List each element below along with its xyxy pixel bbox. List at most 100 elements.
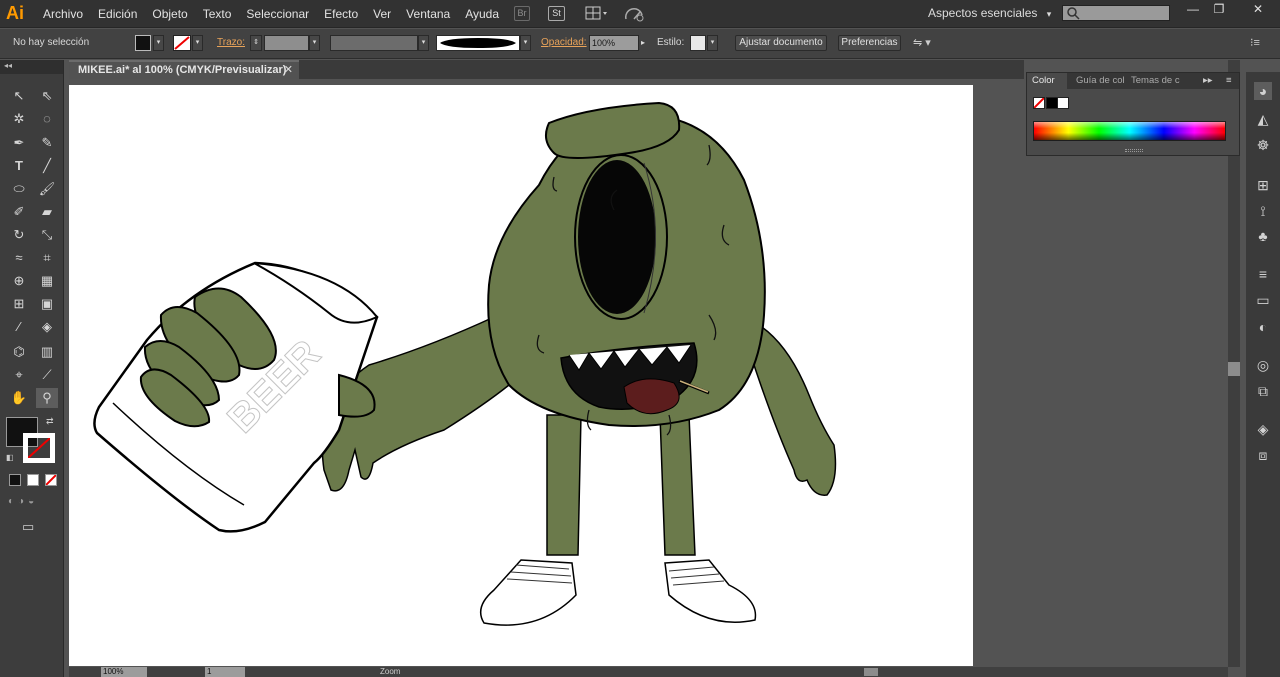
- maximize-button[interactable]: ❐: [1206, 2, 1232, 16]
- panel-expand-icon[interactable]: ▸▸: [1203, 73, 1213, 89]
- free-transform-tool-icon[interactable]: ⌗: [36, 248, 58, 268]
- slice-tool-icon[interactable]: ⟋: [36, 365, 58, 385]
- gradient-panel-icon[interactable]: ▭: [1254, 291, 1272, 309]
- stroke-weight-stepper[interactable]: ⇕: [250, 35, 262, 51]
- preferences-button[interactable]: Preferencias: [838, 35, 901, 51]
- menu-ayuda[interactable]: Ayuda: [465, 7, 499, 21]
- ellipse-tool-icon[interactable]: ⬭: [8, 179, 30, 199]
- menu-objeto[interactable]: Objeto: [152, 7, 187, 21]
- screen-mode-icon[interactable]: ▭: [22, 519, 34, 535]
- tab-color-guide[interactable]: Guía de col: [1076, 73, 1125, 89]
- graphic-style-swatch[interactable]: [690, 35, 706, 51]
- magic-wand-tool-icon[interactable]: ✲: [8, 109, 30, 129]
- scale-tool-icon[interactable]: ⤡: [36, 225, 58, 245]
- color-guide-panel-icon[interactable]: ◭: [1254, 110, 1272, 128]
- transparency-panel-icon[interactable]: ◐: [1254, 318, 1272, 336]
- blend-tool-icon[interactable]: ◈: [36, 317, 58, 337]
- lasso-tool-icon[interactable]: ◌: [36, 109, 58, 129]
- document-tab[interactable]: MIKEE.ai* al 100% (CMYK/Previsualizar) ✕: [69, 60, 299, 79]
- pen-tool-icon[interactable]: ✒: [8, 133, 30, 153]
- stroke-panel-icon[interactable]: ≡: [1254, 265, 1272, 283]
- opacity-label[interactable]: Opacidad:: [541, 35, 587, 51]
- stroke-dropdown[interactable]: ▾: [192, 35, 203, 51]
- eyedropper-tool-icon[interactable]: ⁄: [8, 317, 30, 337]
- workspace-switcher[interactable]: Aspectos esenciales ▾: [928, 6, 1051, 20]
- horizontal-scroll-thumb[interactable]: [864, 668, 878, 676]
- menu-ventana[interactable]: Ventana: [406, 7, 450, 21]
- gradient-mode-icon[interactable]: [27, 474, 39, 486]
- fill-swatch[interactable]: [135, 35, 151, 51]
- gradient-tool-icon[interactable]: ▣: [36, 294, 58, 314]
- graphic-styles-panel-icon[interactable]: ⧉: [1254, 382, 1272, 400]
- gpu-performance-icon[interactable]: [624, 6, 646, 22]
- brush-dropdown[interactable]: ▾: [520, 35, 531, 51]
- fill-dropdown[interactable]: ▾: [153, 35, 164, 51]
- stroke-weight-dropdown[interactable]: ▾: [309, 35, 320, 51]
- brushes-panel-icon[interactable]: ⟟: [1254, 202, 1272, 220]
- eraser-tool-icon[interactable]: ▰: [36, 202, 58, 222]
- mesh-tool-icon[interactable]: ⊞: [8, 294, 30, 314]
- selection-tool-icon[interactable]: ↖: [8, 86, 30, 106]
- menu-archivo[interactable]: Archivo: [43, 7, 83, 21]
- color-themes-panel-icon[interactable]: ☸: [1254, 136, 1272, 154]
- stroke-weight-field[interactable]: [264, 35, 309, 51]
- tab-color[interactable]: Color: [1027, 73, 1067, 89]
- swatches-panel-icon[interactable]: ⊞: [1254, 176, 1272, 194]
- zoom-tool-icon[interactable]: ⚲: [36, 388, 58, 408]
- style-dropdown[interactable]: ▾: [707, 35, 718, 51]
- panel-resize-handle[interactable]: [1125, 149, 1143, 152]
- direct-selection-tool-icon[interactable]: ⇖: [36, 86, 58, 106]
- menu-edicion[interactable]: Edición: [98, 7, 137, 21]
- profile-dropdown[interactable]: ▾: [418, 35, 429, 51]
- menu-seleccionar[interactable]: Seleccionar: [246, 7, 309, 21]
- stroke-swatch[interactable]: [173, 35, 191, 51]
- control-panel-menu-icon[interactable]: ⁝≡: [1250, 35, 1268, 51]
- perspective-grid-tool-icon[interactable]: ▦: [36, 271, 58, 291]
- rotate-tool-icon[interactable]: ↻: [8, 225, 30, 245]
- artboard-number-field[interactable]: 1: [205, 667, 245, 677]
- menu-texto[interactable]: Texto: [203, 7, 232, 21]
- stock-button[interactable]: St: [548, 6, 565, 21]
- layers-panel-icon[interactable]: ◈: [1254, 420, 1272, 438]
- line-segment-tool-icon[interactable]: ╱: [36, 156, 58, 176]
- minimize-button[interactable]: —: [1180, 2, 1206, 16]
- swap-colors-icon[interactable]: ⇄: [46, 416, 54, 427]
- shape-builder-tool-icon[interactable]: ⊕: [8, 271, 30, 291]
- brush-definition[interactable]: [436, 35, 520, 51]
- white-swatch[interactable]: [1057, 97, 1069, 109]
- appearance-panel-icon[interactable]: ◎: [1254, 356, 1272, 374]
- none-swatch[interactable]: [1033, 97, 1045, 109]
- stroke-color-box[interactable]: [23, 433, 55, 463]
- arrange-documents-icon[interactable]: [584, 6, 610, 21]
- toolbox-collapse-button[interactable]: ◂◂: [0, 60, 63, 74]
- variable-width-profile[interactable]: [330, 35, 418, 51]
- vertical-scroll-thumb[interactable]: [1228, 362, 1240, 376]
- shaper-tool-icon[interactable]: ✐: [8, 202, 30, 222]
- none-mode-icon[interactable]: [45, 474, 57, 486]
- help-search-input[interactable]: [1062, 5, 1170, 21]
- color-panel-icon[interactable]: ◕: [1254, 82, 1272, 100]
- artboards-panel-icon[interactable]: ⧈: [1254, 446, 1272, 464]
- opacity-field[interactable]: 100%: [589, 35, 639, 51]
- menu-ver[interactable]: Ver: [373, 7, 391, 21]
- close-tab-icon[interactable]: ✕: [284, 62, 293, 79]
- curvature-tool-icon[interactable]: ✎: [36, 133, 58, 153]
- menu-efecto[interactable]: Efecto: [324, 7, 358, 21]
- zoom-level-field[interactable]: 100%: [101, 667, 147, 677]
- symbols-panel-icon[interactable]: ♣: [1254, 227, 1272, 245]
- stroke-label[interactable]: Trazo:: [217, 35, 245, 51]
- bridge-button[interactable]: Br: [514, 6, 530, 21]
- arrange-menu-icon[interactable]: ⇋ ▾: [913, 35, 939, 51]
- close-window-button[interactable]: ✕: [1240, 2, 1276, 16]
- paintbrush-tool-icon[interactable]: 🖌: [36, 179, 58, 199]
- column-graph-tool-icon[interactable]: ▥: [36, 342, 58, 362]
- type-tool-icon[interactable]: T: [8, 156, 30, 176]
- color-spectrum[interactable]: [1033, 121, 1226, 141]
- draw-mode-icons[interactable]: ◐◑◒: [8, 496, 58, 510]
- panel-menu-icon[interactable]: ≡: [1226, 73, 1232, 89]
- warp-tool-icon[interactable]: ≈: [8, 248, 30, 268]
- color-mode-icon[interactable]: [9, 474, 21, 486]
- artboard-tool-icon[interactable]: ⌖: [8, 365, 30, 385]
- opacity-arrow-icon[interactable]: ▸: [641, 35, 651, 51]
- fit-document-button[interactable]: Ajustar documento: [735, 35, 827, 51]
